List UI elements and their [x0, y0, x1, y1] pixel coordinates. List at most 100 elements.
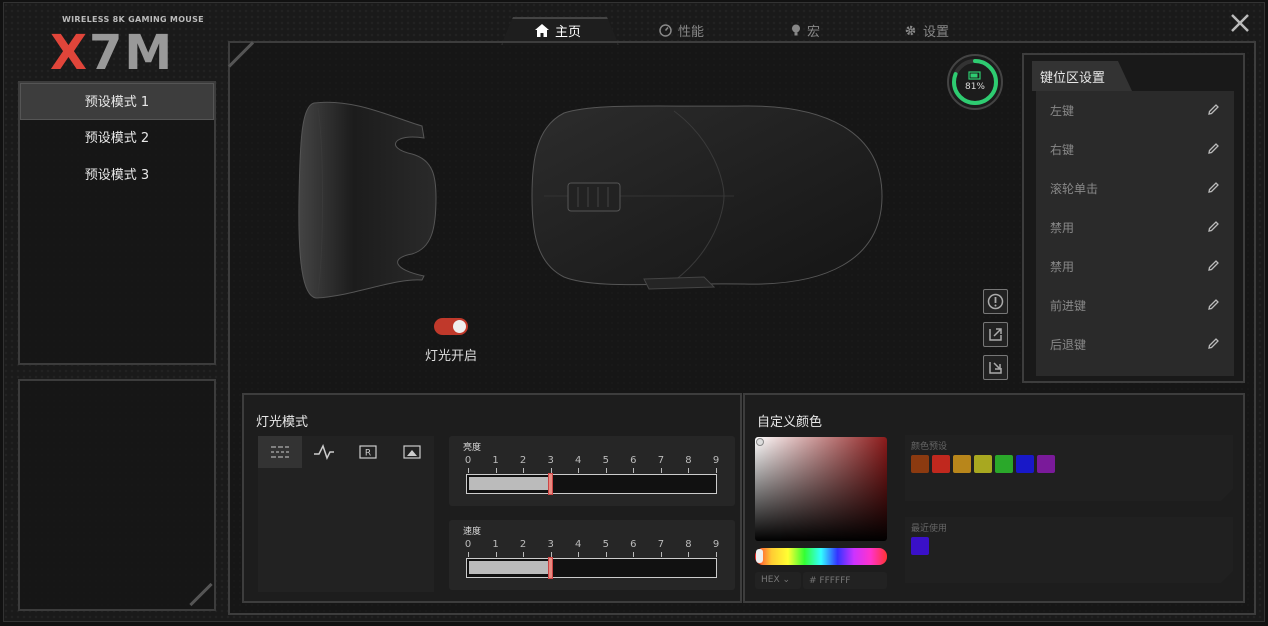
logo-x: X	[50, 25, 90, 81]
preset-item-2[interactable]: 预设模式 2	[20, 120, 214, 157]
speed-handle[interactable]	[547, 557, 553, 579]
speed-tick-mark	[605, 552, 607, 557]
key-row[interactable]: 右键	[1036, 130, 1234, 169]
export-icon	[989, 328, 1002, 341]
brightness-tick-mark	[660, 468, 662, 473]
edit-pencil-icon[interactable]	[1207, 337, 1220, 353]
mode-image-button[interactable]	[390, 436, 434, 468]
tab-home[interactable]: 主页	[535, 17, 581, 43]
key-list: 左键 右键 滚轮单击 禁用 禁用 前进键 后退键	[1036, 91, 1234, 376]
key-row-label: 禁用	[1050, 221, 1075, 235]
preset-color-swatch[interactable]	[911, 455, 929, 473]
key-row[interactable]: 后退键	[1036, 325, 1234, 364]
speed-slider[interactable]	[466, 557, 717, 579]
speed-tick-label: 1	[492, 539, 499, 550]
speed-tick-mark	[578, 552, 580, 557]
key-row[interactable]: 禁用	[1036, 208, 1234, 247]
preset-item-1[interactable]: 预设模式 1	[20, 83, 214, 120]
brightness-tick-label: 8	[685, 455, 692, 466]
light-mode-title: 灯光模式	[256, 415, 309, 430]
brightness-tick-label: 0	[464, 455, 472, 466]
key-row-label: 禁用	[1050, 260, 1075, 274]
speed-fill	[469, 561, 550, 574]
preset-color-swatch[interactable]	[974, 455, 992, 473]
tab-macro[interactable]: 宏	[791, 17, 820, 43]
hex-input[interactable]	[803, 572, 887, 589]
brightness-tick-mark	[688, 468, 690, 473]
key-row[interactable]: 左键	[1036, 91, 1234, 130]
speed-tick-mark	[716, 552, 717, 557]
bulb-icon	[792, 24, 800, 35]
recent-colors-label: 最近使用	[911, 524, 948, 534]
close-button[interactable]	[1226, 9, 1254, 37]
tab-settings[interactable]: 设置	[904, 17, 949, 43]
battery-indicator: 81%	[945, 52, 1005, 112]
brightness-slider-box: 亮度 0 1 2 3 4 5 6 7 8 9	[449, 436, 735, 506]
gear-icon	[905, 25, 916, 35]
saturation-value-picker[interactable]	[755, 437, 887, 541]
color-format-select[interactable]: HEX ⌄	[755, 572, 801, 589]
brightness-label: 亮度	[463, 443, 482, 453]
key-row[interactable]: 前进键	[1036, 286, 1234, 325]
logo-model: 7M	[89, 25, 175, 81]
key-row[interactable]: 滚轮单击	[1036, 169, 1234, 208]
brightness-tick-label: 1	[492, 455, 499, 466]
brightness-tick-mark	[495, 468, 497, 473]
preset-color-swatch[interactable]	[995, 455, 1013, 473]
mouse-top-view	[531, 105, 883, 290]
speed-tick-mark	[660, 552, 662, 557]
preset-color-swatch[interactable]	[932, 455, 950, 473]
light-mode-panel: 灯光模式 R 亮度 0123456789 速度 012 3 4 5 6 7 8 …	[242, 393, 742, 603]
light-toggle[interactable]	[434, 318, 468, 335]
brightness-handle[interactable]	[547, 473, 553, 495]
mode-r-button[interactable]: R	[346, 436, 390, 468]
preset-color-swatch[interactable]	[1037, 455, 1055, 473]
edit-pencil-icon[interactable]	[1207, 181, 1220, 197]
key-row-label: 左键	[1050, 104, 1075, 118]
custom-color-panel: 自定义颜色 HEX ⌄ 颜色预设 最近使用	[743, 393, 1245, 603]
corner-decoration	[227, 41, 255, 68]
mode-pulse-button[interactable]	[302, 436, 346, 468]
home-icon	[535, 23, 549, 37]
edit-pencil-icon[interactable]	[1207, 298, 1220, 314]
app-window: WIRELESS 8K GAMING MOUSE X7M 预设模式 1 预设模式…	[3, 2, 1265, 622]
edit-pencil-icon[interactable]	[1207, 259, 1220, 275]
speed-tick-label: 6	[630, 539, 637, 550]
info-button[interactable]	[983, 289, 1008, 314]
speed-tick-mark	[523, 552, 525, 557]
edit-pencil-icon[interactable]	[1207, 142, 1220, 158]
key-row[interactable]: 禁用	[1036, 247, 1234, 286]
preset-item-3[interactable]: 预设模式 3	[20, 157, 214, 194]
tab-performance[interactable]: 性能	[659, 17, 704, 43]
close-icon	[1231, 14, 1249, 32]
corner-decoration	[189, 582, 213, 607]
edit-pencil-icon[interactable]	[1207, 220, 1220, 236]
speed-tick-mark	[495, 552, 497, 557]
key-row-label: 右键	[1050, 143, 1075, 157]
color-presets-label: 颜色预设	[911, 442, 948, 452]
speed-ticks: 0 1 2 3 4 5 6 7 8 9	[464, 539, 719, 557]
mode-lines-button[interactable]	[258, 436, 302, 468]
light-toggle-label: 灯光开启	[424, 349, 477, 364]
brightness-tick-mark	[716, 468, 717, 473]
edit-pencil-icon[interactable]	[1207, 103, 1220, 119]
import-button[interactable]	[983, 355, 1008, 380]
brightness-tick-label: 9	[712, 455, 720, 466]
hue-handle[interactable]	[756, 549, 763, 563]
mode-selector: R	[258, 436, 434, 592]
export-button[interactable]	[983, 322, 1008, 347]
preset-color-swatch[interactable]	[1016, 455, 1034, 473]
brightness-slider[interactable]	[466, 473, 717, 495]
speed-tick-label: 0	[464, 539, 472, 550]
recent-color-swatch[interactable]	[911, 537, 929, 555]
pulse-mode-icon	[314, 444, 334, 460]
sv-handle[interactable]	[756, 438, 764, 446]
chevron-down-icon: ⌄	[782, 575, 791, 585]
preset-color-swatch[interactable]	[953, 455, 971, 473]
hue-slider[interactable]	[755, 548, 887, 565]
brightness-tick-label: 7	[657, 455, 665, 466]
speed-tick-label: 7	[657, 539, 665, 550]
battery-percent: 81%	[964, 82, 985, 92]
brightness-fill	[469, 477, 550, 490]
brightness-tick-label: 4	[575, 455, 582, 466]
